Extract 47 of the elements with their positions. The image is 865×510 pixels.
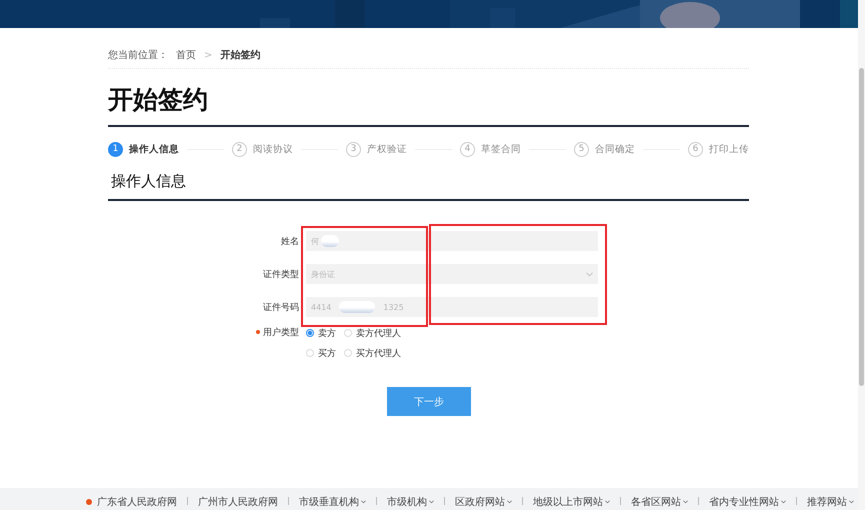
footer-link[interactable]: 广州市人民政府网 xyxy=(198,495,278,509)
step-tab[interactable]: 3 产权验证 xyxy=(346,142,407,156)
step-number: 2 xyxy=(232,142,247,156)
breadcrumb-separator: > xyxy=(204,50,212,60)
step-number: 5 xyxy=(574,142,589,156)
caret-icon xyxy=(361,500,366,504)
breadcrumb-link[interactable]: 开始签约 xyxy=(220,48,260,62)
page-title: 开始签约 xyxy=(108,85,209,115)
blur-mark xyxy=(321,235,339,247)
step-number: 1 xyxy=(108,142,123,156)
caret-icon xyxy=(507,500,512,504)
caret-icon xyxy=(605,500,610,504)
radio-option[interactable]: 卖方 xyxy=(306,326,344,340)
caret-icon xyxy=(683,500,688,504)
caret-icon xyxy=(781,500,786,504)
breadcrumb-label: 您当前位置： xyxy=(108,48,168,62)
radio-option[interactable]: 卖方代理人 xyxy=(344,326,404,340)
step-number: 6 xyxy=(688,142,703,156)
field-label: 证件号码 xyxy=(262,302,300,314)
footer-link[interactable]: 市级机构 xyxy=(387,495,434,509)
field-label: 用户类型 xyxy=(108,326,306,340)
footer-link[interactable]: 地级以上市网站 xyxy=(533,495,610,509)
step-number: 3 xyxy=(346,142,361,156)
footer-link[interactable]: 各省区网站 xyxy=(631,495,688,509)
caret-icon xyxy=(429,500,434,504)
blur-mark xyxy=(339,301,376,313)
step-tab[interactable]: 2 阅读协议 xyxy=(232,142,293,156)
footer-link[interactable]: 区政府网站 xyxy=(455,495,512,509)
step-tab[interactable]: 1 操作人信息 xyxy=(108,142,179,156)
scrollbar[interactable] xyxy=(858,0,865,510)
footer-link[interactable]: 省内专业性网站 xyxy=(709,495,786,509)
field-label: 证件类型 xyxy=(262,268,300,280)
radio-option[interactable]: 买方 xyxy=(306,346,344,360)
step-tab[interactable]: 6 打印上传 xyxy=(688,142,749,156)
field-label: 姓名 xyxy=(280,236,300,248)
step-number: 4 xyxy=(460,142,475,156)
caret-icon xyxy=(849,500,854,504)
step-tab[interactable]: 5 合同确定 xyxy=(574,142,635,156)
step-tab[interactable]: 4 草签合同 xyxy=(460,142,521,156)
radio-option[interactable]: 买方代理人 xyxy=(344,346,404,360)
footer-link[interactable]: 推荐网站 xyxy=(807,495,854,509)
section-title: 操作人信息 xyxy=(111,171,187,191)
footer-link[interactable]: 广东省人民政府网 xyxy=(86,495,177,509)
breadcrumb-link[interactable]: 首页 xyxy=(176,48,196,62)
chevron-down-icon xyxy=(586,272,593,276)
dot-icon xyxy=(86,499,92,505)
footer-link[interactable]: 市级垂直机构 xyxy=(299,495,366,509)
